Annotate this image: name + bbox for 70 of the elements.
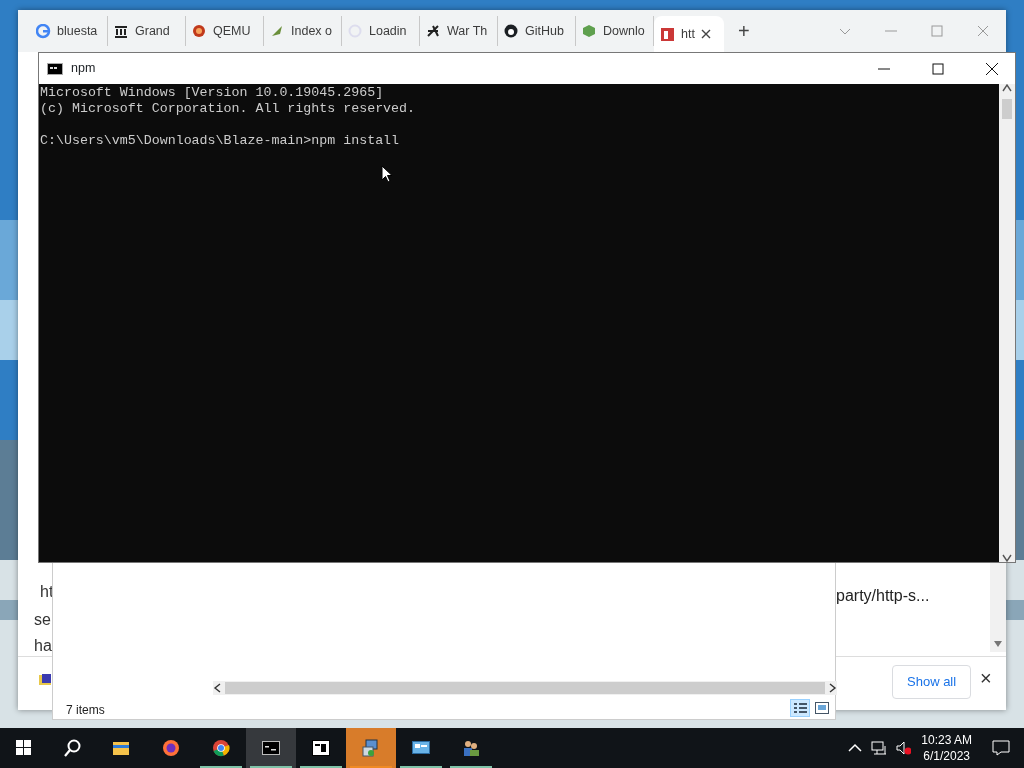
file-icon <box>38 673 52 687</box>
scroll-down-icon[interactable] <box>1002 554 1012 562</box>
installer-icon <box>362 739 380 757</box>
browser-tab[interactable]: Index o <box>264 16 342 46</box>
console-line: Microsoft Windows [Version 10.0.19045.2965] <box>40 85 385 101</box>
console-icon <box>262 739 280 757</box>
clock[interactable]: 10:23 AM 6/1/2023 <box>921 732 972 764</box>
close-icon[interactable] <box>700 29 711 39</box>
tiles-view-icon[interactable] <box>815 702 829 714</box>
scroll-up-icon[interactable] <box>1002 84 1012 92</box>
scroll-down-icon[interactable] <box>993 640 1003 648</box>
site-icon <box>192 23 207 39</box>
console-icon <box>47 62 63 75</box>
monitor-icon <box>412 739 430 757</box>
date-text: 6/1/2023 <box>922 748 971 764</box>
archive-icon <box>312 739 330 757</box>
console-line: (c) Microsoft Corporation. All rights reserved. <box>40 101 417 117</box>
time-text: 10:23 AM <box>921 732 972 748</box>
details-view-icon[interactable] <box>790 699 810 717</box>
browser-icon <box>212 739 230 757</box>
scrollbar-thumb[interactable] <box>225 682 825 694</box>
scrollbar-track[interactable] <box>213 681 837 695</box>
site-icon <box>426 23 441 39</box>
notification-icon[interactable] <box>992 740 1010 756</box>
site-icon <box>504 23 519 39</box>
site-icon <box>582 23 597 39</box>
site-icon <box>114 23 129 39</box>
status-text: 7 items <box>66 702 105 719</box>
tab-label: Index o <box>291 22 332 40</box>
browser-tab[interactable]: bluesta <box>30 16 108 46</box>
globe-icon <box>162 739 180 757</box>
page-text: ha <box>34 636 52 656</box>
scrollbar-track[interactable] <box>999 84 1015 562</box>
cursor-icon <box>381 165 393 183</box>
network-icon[interactable] <box>871 740 888 756</box>
scrollbar-track[interactable] <box>990 563 1006 652</box>
page-text: ht <box>40 582 54 602</box>
tab-label: QEMU <box>213 22 251 40</box>
browser-tab[interactable]: GitHub <box>498 16 576 46</box>
scroll-right-icon[interactable] <box>829 683 837 693</box>
tab-label: Downlo <box>603 22 645 40</box>
show-all-button[interactable]: Show all <box>892 665 972 699</box>
site-icon <box>36 23 51 39</box>
speaker-muted-icon[interactable] <box>895 740 912 756</box>
browser-tab[interactable]: QEMU <box>186 16 264 46</box>
tab-label: War Th <box>447 22 488 40</box>
browser-tab[interactable]: Grand <box>108 16 186 46</box>
tab-label: Loadin <box>369 22 407 40</box>
users-icon <box>462 739 480 757</box>
search-icon <box>63 739 81 757</box>
browser-tab[interactable]: Loadin <box>342 16 420 46</box>
scrollbar-thumb[interactable] <box>1002 99 1012 119</box>
tab-label: Grand <box>135 22 170 40</box>
page-text: party/http-s... <box>836 586 930 606</box>
tab-label: GitHub <box>525 22 564 40</box>
start-icon <box>15 739 33 757</box>
tab-label: bluesta <box>57 22 98 40</box>
page-text: se <box>34 610 51 630</box>
new-tab-button[interactable]: + <box>732 21 756 41</box>
maximize-icon[interactable] <box>930 60 946 77</box>
close-icon[interactable] <box>984 60 1000 77</box>
site-icon <box>660 26 675 42</box>
scroll-left-icon[interactable] <box>213 683 221 693</box>
folder-icon <box>112 739 130 757</box>
tab-label: htt <box>681 25 695 43</box>
close-button[interactable]: × <box>976 666 996 690</box>
command-line: C:\Users\vm5\Downloads\Blaze-main>npm install <box>40 133 401 149</box>
window-title: npm <box>71 60 96 78</box>
browser-tab[interactable]: War Th <box>420 16 498 46</box>
browser-tab[interactable]: htt <box>654 16 724 52</box>
